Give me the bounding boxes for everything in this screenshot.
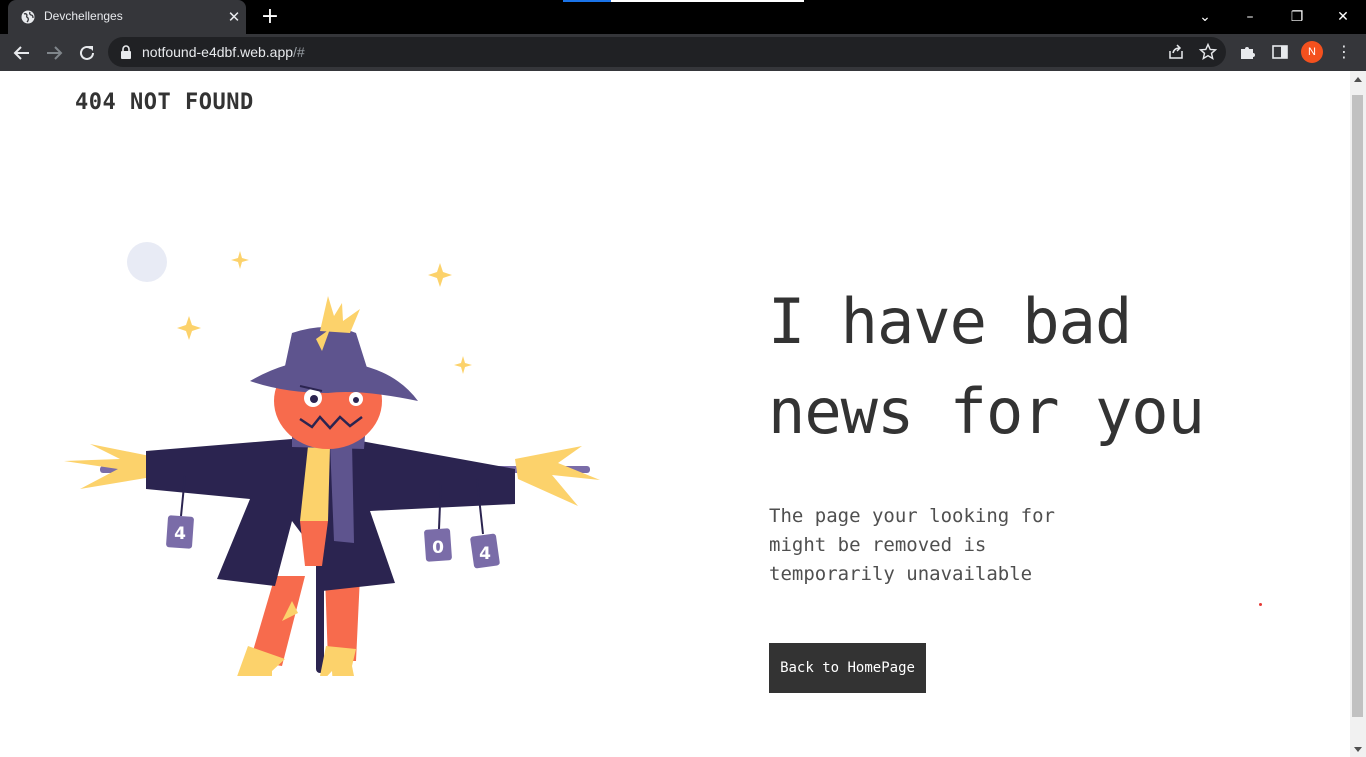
- description-line: The page your looking for: [769, 505, 1055, 527]
- restore-icon[interactable]: ❐: [1285, 6, 1309, 28]
- can-label: 4: [479, 544, 491, 564]
- loading-indicator: [563, 0, 804, 2]
- address-bar[interactable]: notfound-e4dbf.web.app/#: [108, 37, 1226, 67]
- more-icon[interactable]: ⋮: [1334, 41, 1354, 63]
- reload-icon[interactable]: [75, 41, 99, 65]
- chevron-down-icon[interactable]: ⌄: [1193, 6, 1217, 28]
- scrollbar-thumb[interactable]: [1352, 95, 1363, 717]
- headline: I have bad news for you: [768, 277, 1288, 457]
- side-panel-icon[interactable]: [1270, 42, 1290, 62]
- globe-icon: [21, 10, 35, 24]
- close-icon[interactable]: ✕: [226, 9, 242, 25]
- star-icon[interactable]: [1198, 42, 1218, 62]
- scroll-down-arrow-icon[interactable]: [1354, 747, 1362, 752]
- profile-avatar[interactable]: N: [1301, 41, 1323, 63]
- puzzle-icon[interactable]: [1238, 42, 1258, 62]
- scarecrow-illustration: 4 0 4: [64, 242, 600, 676]
- description-line: temporarily unavailable: [769, 563, 1033, 585]
- tab-strip: Devchellenges ✕ + ⌄ – ❐ ✕: [0, 0, 1366, 34]
- browser-toolbar: notfound-e4dbf.web.app/# N ⋮: [0, 34, 1366, 71]
- cursor-dot: [1259, 603, 1262, 606]
- browser-tab[interactable]: Devchellenges ✕: [8, 0, 246, 34]
- lock-icon[interactable]: [120, 45, 132, 59]
- can-label: 0: [432, 538, 444, 558]
- forward-arrow-icon[interactable]: [42, 41, 66, 65]
- description: The page your looking for might be remov…: [769, 502, 1099, 589]
- share-icon[interactable]: [1166, 42, 1186, 62]
- headline-line: I have bad: [768, 285, 1132, 358]
- headline-line: news for you: [768, 375, 1205, 448]
- window-close-icon[interactable]: ✕: [1331, 6, 1355, 28]
- page-title: 404 NOT FOUND: [75, 90, 254, 115]
- url-text: notfound-e4dbf.web.app/#: [142, 44, 305, 60]
- tab-title: Devchellenges: [44, 9, 123, 23]
- page-content: 404 NOT FOUND 4 0 4 I have bad news for …: [0, 71, 1350, 757]
- plus-icon[interactable]: +: [259, 6, 281, 28]
- can-label: 4: [174, 524, 186, 544]
- minimize-icon[interactable]: –: [1238, 6, 1262, 28]
- back-to-homepage-button[interactable]: Back to HomePage: [769, 643, 926, 693]
- scroll-up-arrow-icon[interactable]: [1354, 77, 1362, 82]
- scrollbar[interactable]: [1350, 71, 1366, 757]
- description-line: might be removed is: [769, 534, 987, 556]
- back-arrow-icon[interactable]: [10, 41, 34, 65]
